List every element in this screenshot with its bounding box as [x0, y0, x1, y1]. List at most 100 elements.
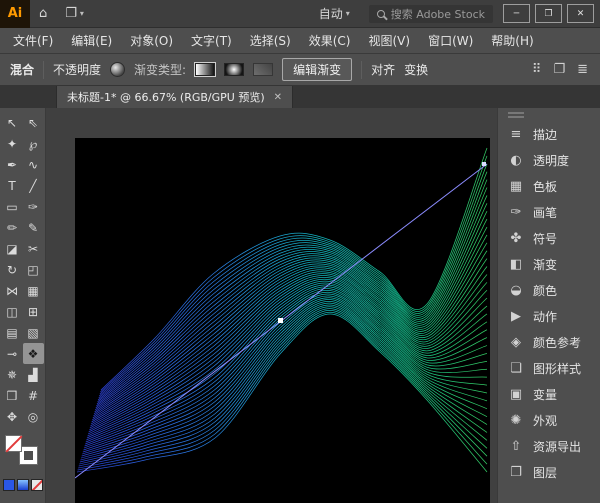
menu-object[interactable]: 对象(O) [121, 28, 182, 54]
graphic-styles-panel[interactable]: ❏图形样式 [498, 355, 600, 381]
document-title: 未标题-1* @ 66.67% (RGB/GPU 预览) [67, 89, 265, 105]
fill-stroke-control[interactable] [4, 435, 42, 469]
dock-list: ≡描边◐透明度▦色板✑画笔 ✤ 符号 ◧渐变◒颜色▶动作◈颜色参考❏图形样式▣变量✺外… [498, 121, 600, 485]
asset-export-panel[interactable]: ⇧资源导出 [498, 433, 600, 459]
layers-panel[interactable]: ❐图层 [498, 459, 600, 485]
maximize-button[interactable]: ❐ [535, 4, 562, 23]
line-segment-tool[interactable]: ╱ [23, 175, 44, 196]
transparency-panel[interactable]: ◐透明度 [498, 147, 600, 173]
align-label[interactable]: 对齐 [371, 61, 395, 78]
eyedropper-tool[interactable]: ⊸ [2, 343, 23, 364]
document-tab[interactable]: 未标题-1* @ 66.67% (RGB/GPU 预览) ✕ [56, 86, 293, 108]
close-button[interactable]: ✕ [567, 4, 594, 23]
paint-mode-row [3, 479, 43, 491]
artboard-tool[interactable]: ❒ [2, 385, 23, 406]
stroke-panel-label: 描边 [533, 126, 557, 143]
column-graph-tool[interactable]: ▟ [23, 364, 44, 385]
close-icon[interactable]: ✕ [274, 92, 282, 103]
menu-view[interactable]: 视图(V) [359, 28, 419, 54]
brushes-icon: ✑ [508, 205, 524, 220]
stock-search-input[interactable]: 搜索 Adobe Stock [369, 5, 493, 23]
swatches-panel[interactable]: ▦色板 [498, 173, 600, 199]
hand-tool[interactable]: ✥ [2, 406, 23, 427]
zoom-tool[interactable]: ◎ [23, 406, 44, 427]
app-grid-icon[interactable]: ⠿ [532, 62, 542, 77]
gradient-tool[interactable]: ▧ [23, 322, 44, 343]
menu-edit[interactable]: 编辑(E) [62, 28, 121, 54]
magic-wand-tool[interactable]: ✦ [2, 133, 23, 154]
free-transform-tool[interactable]: ▦ [23, 280, 44, 301]
pencil-tool[interactable]: ✏ [2, 217, 23, 238]
selection-tool[interactable]: ↖ [2, 112, 23, 133]
shape-builder-tool[interactable]: ◫ [2, 301, 23, 322]
lasso-tool[interactable]: ℘ [23, 133, 44, 154]
paintbrush-tool[interactable]: ✑ [23, 196, 44, 217]
dock-header[interactable] [498, 108, 600, 121]
actions-panel[interactable]: ▶动作 [498, 303, 600, 329]
perspective-grid-tool[interactable]: ⊞ [23, 301, 44, 322]
rotate-tool[interactable]: ↻ [2, 259, 23, 280]
auto-dropdown[interactable]: 自动 ▾ [310, 0, 359, 28]
linear-gradient-swatch[interactable] [195, 63, 215, 76]
color-guide-panel[interactable]: ◈颜色参考 [498, 329, 600, 355]
arrange-documents-button[interactable]: ❐ ▾ [56, 0, 93, 28]
home-button[interactable]: ⌂ [30, 0, 56, 28]
color-panel[interactable]: ◒颜色 [498, 277, 600, 303]
gradient-panel[interactable]: ◧渐变 [498, 251, 600, 277]
menu-effect[interactable]: 效果(C) [300, 28, 360, 54]
tools-grid: ↖⇖✦℘✒∿T╱▭✑✏✎◪✂↻◰⋈▦◫⊞▤▧⊸❖✵▟❒#✥◎ [2, 112, 44, 427]
none-button[interactable] [31, 479, 43, 491]
opacity-sphere-icon[interactable] [110, 62, 125, 77]
stroke-panel[interactable]: ≡描边 [498, 121, 600, 147]
minimize-button[interactable]: ─ [503, 4, 530, 23]
variables-panel[interactable]: ▣变量 [498, 381, 600, 407]
menu-type[interactable]: 文字(T) [182, 28, 241, 54]
panel-menu-icon[interactable]: ≣ [577, 62, 588, 77]
graphic-styles-icon: ❏ [508, 361, 524, 376]
direct-selection-tool[interactable]: ⇖ [23, 112, 44, 133]
symbols-panel-label: 符号 [533, 230, 557, 247]
dock-grip-icon [508, 112, 524, 118]
menu-help[interactable]: 帮助(H) [482, 28, 542, 54]
type-tool[interactable]: T [2, 175, 23, 196]
artboard[interactable] [75, 138, 490, 503]
divider [361, 61, 362, 79]
menu-window[interactable]: 窗口(W) [419, 28, 482, 54]
rectangle-tool[interactable]: ▭ [2, 196, 23, 217]
freeform-gradient-swatch[interactable] [253, 63, 273, 76]
gradient-button[interactable] [17, 479, 29, 491]
symbols-panel[interactable]: ✤ 符号 [498, 225, 600, 251]
symbols-icon: ✤ [508, 231, 524, 246]
edit-gradient-button[interactable]: 编辑渐变 [282, 58, 352, 81]
anchor-point-handle[interactable] [482, 162, 486, 166]
radial-gradient-swatch[interactable] [224, 63, 244, 76]
stroke-swatch[interactable] [20, 447, 37, 464]
pen-tool[interactable]: ✒ [2, 154, 23, 175]
dock-panels-icon[interactable]: ❐ [553, 62, 565, 77]
transform-label[interactable]: 变换 [404, 61, 428, 78]
brushes-panel[interactable]: ✑画笔 [498, 199, 600, 225]
scale-tool[interactable]: ◰ [23, 259, 44, 280]
scissors-tool[interactable]: ✂ [23, 238, 44, 259]
blend-artwork[interactable] [75, 138, 490, 503]
asset-export-panel-label: 资源导出 [533, 438, 581, 455]
canvas-area[interactable] [46, 108, 497, 503]
appearance-panel[interactable]: ✺外观 [498, 407, 600, 433]
opacity-label[interactable]: 不透明度 [53, 61, 101, 78]
curvature-tool[interactable]: ∿ [23, 154, 44, 175]
width-tool[interactable]: ⋈ [2, 280, 23, 301]
menu-file[interactable]: 文件(F) [4, 28, 62, 54]
mesh-tool[interactable]: ▤ [2, 322, 23, 343]
slice-tool[interactable]: # [23, 385, 44, 406]
color-button[interactable] [3, 479, 15, 491]
blend-tool[interactable]: ❖ [23, 343, 44, 364]
eraser-tool[interactable]: ◪ [2, 238, 23, 259]
fill-swatch[interactable] [5, 435, 22, 452]
menu-select[interactable]: 选择(S) [241, 28, 300, 54]
transparency-icon: ◐ [508, 153, 524, 168]
symbol-sprayer-tool[interactable]: ✵ [2, 364, 23, 385]
anchor-point-handle[interactable] [278, 318, 283, 323]
shaper-tool[interactable]: ✎ [23, 217, 44, 238]
app-logo[interactable]: Ai [0, 0, 30, 28]
selection-type-label: 混合 [10, 61, 34, 78]
